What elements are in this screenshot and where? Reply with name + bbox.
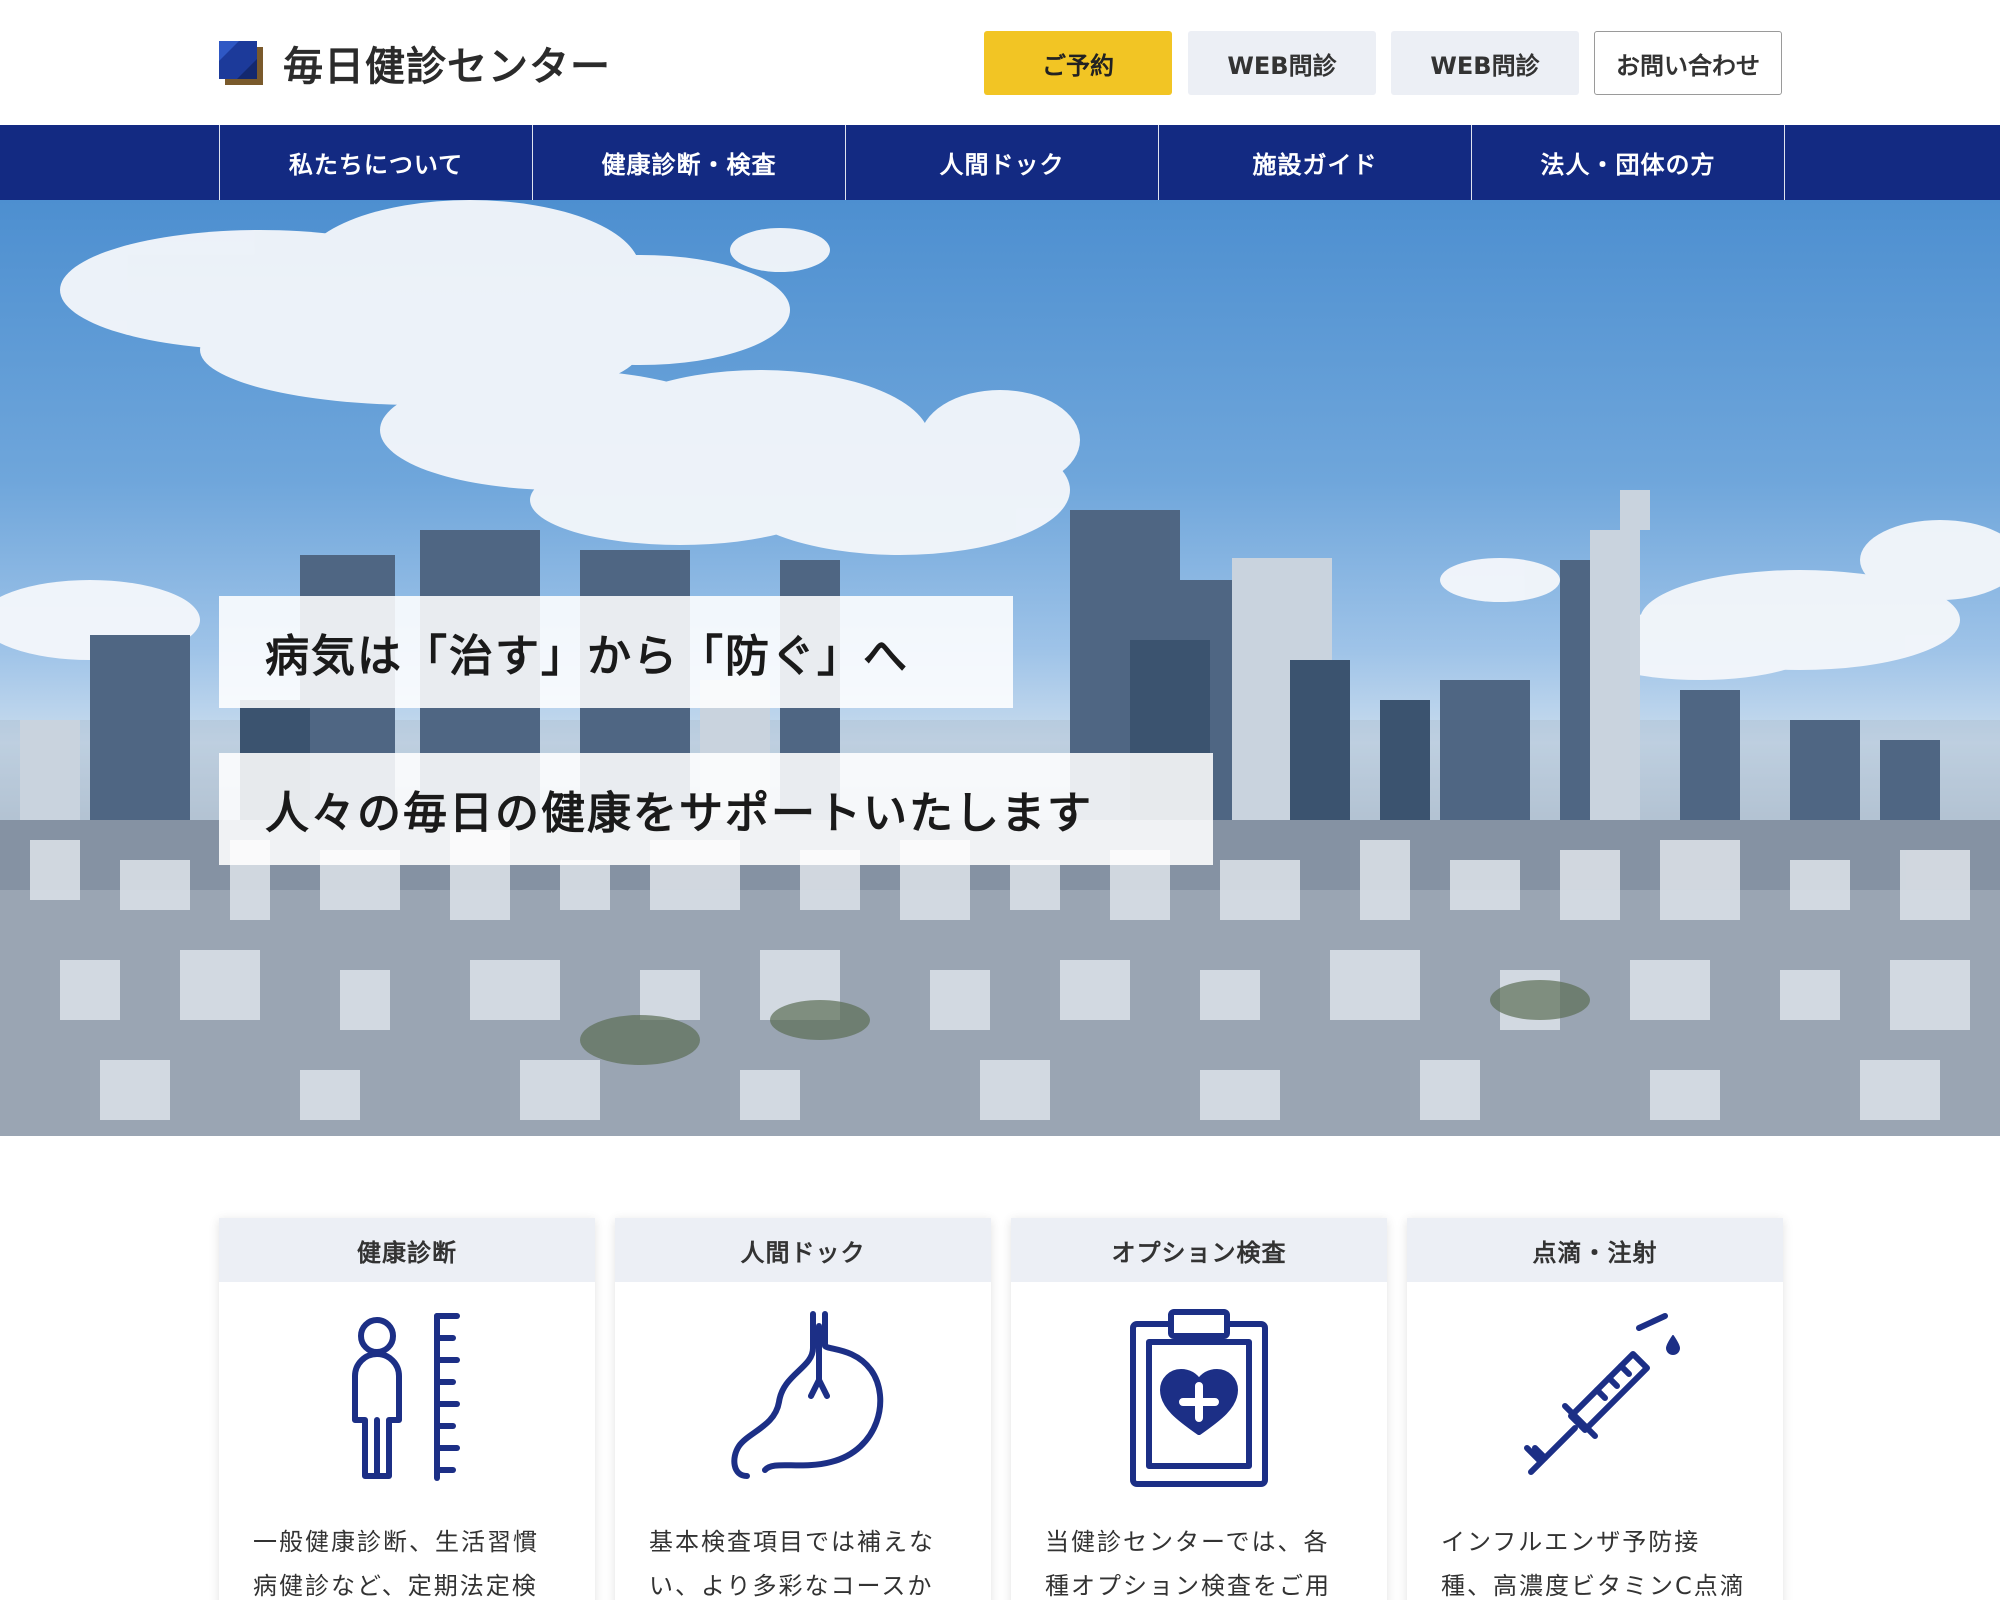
service-card-dock[interactable]: 人間ドック 基本検査項目では補えない、より多彩なコースから: [615, 1218, 991, 1600]
site-logo[interactable]: 毎日健診センター: [219, 38, 611, 90]
reserve-button[interactable]: ご予約: [984, 31, 1172, 95]
stomach-icon: [615, 1308, 991, 1488]
card-title: 点滴・注射: [1407, 1218, 1783, 1282]
nav-item-corporate[interactable]: 法人・団体の方: [1472, 125, 1785, 200]
card-title: 人間ドック: [615, 1218, 991, 1282]
card-description: 一般健康診断、生活習慣病健診など、定期法定検査項: [253, 1528, 539, 1600]
service-card-injection[interactable]: 点滴・注射 インフルエンザ予防接種、高濃度ビタミンC点滴療法: [1407, 1218, 1783, 1600]
nav-item-facility[interactable]: 施設ガイド: [1159, 125, 1472, 200]
hero-catch-2: 人々の毎日の健康をサポートいたします: [219, 753, 1213, 865]
body-measure-icon: [219, 1308, 595, 1488]
web-interview-button-2[interactable]: WEB問診: [1391, 31, 1579, 95]
card-description: インフルエンザ予防接種、高濃度ビタミンC点滴療法: [1441, 1528, 1746, 1600]
hero-banner: 病気は「治す」から「防ぐ」へ 人々の毎日の健康をサポートいたします: [0, 200, 2000, 1136]
nav-item-about[interactable]: 私たちについて: [220, 125, 533, 200]
syringe-icon: [1407, 1308, 1783, 1488]
contact-button[interactable]: お問い合わせ: [1594, 31, 1782, 95]
logo-mark-icon: [219, 41, 263, 85]
service-card-option[interactable]: オプション検査 当健診センターでは、各種オプション検査をご用意し: [1011, 1218, 1387, 1600]
nav-item-checkup[interactable]: 健康診断・検査: [533, 125, 846, 200]
global-nav: 私たちについて 健康診断・検査 人間ドック 施設ガイド 法人・団体の方: [0, 125, 2000, 200]
card-description: 基本検査項目では補えない、より多彩なコースから: [649, 1528, 935, 1600]
site-name: 毎日健診センター: [283, 44, 611, 90]
web-interview-button[interactable]: WEB問診: [1188, 31, 1376, 95]
hero-catch-1: 病気は「治す」から「防ぐ」へ: [219, 596, 1013, 708]
nav-item-dock[interactable]: 人間ドック: [846, 125, 1159, 200]
card-title: 健康診断: [219, 1218, 595, 1282]
site-header: 毎日健診センター ご予約 WEB問診 WEB問診 お問い合わせ: [0, 0, 2000, 125]
service-card-checkup[interactable]: 健康診断 一般健康診断、生活習慣病健診など、定期法定検査項: [219, 1218, 595, 1600]
service-cards: 健康診断 一般健康診断、生活習慣病健診など、定期法定検査項 人間ドック: [219, 1218, 1783, 1600]
medical-chart-icon: [1011, 1308, 1387, 1488]
card-title: オプション検査: [1011, 1218, 1387, 1282]
card-description: 当健診センターでは、各種オプション検査をご用意し: [1045, 1528, 1331, 1600]
